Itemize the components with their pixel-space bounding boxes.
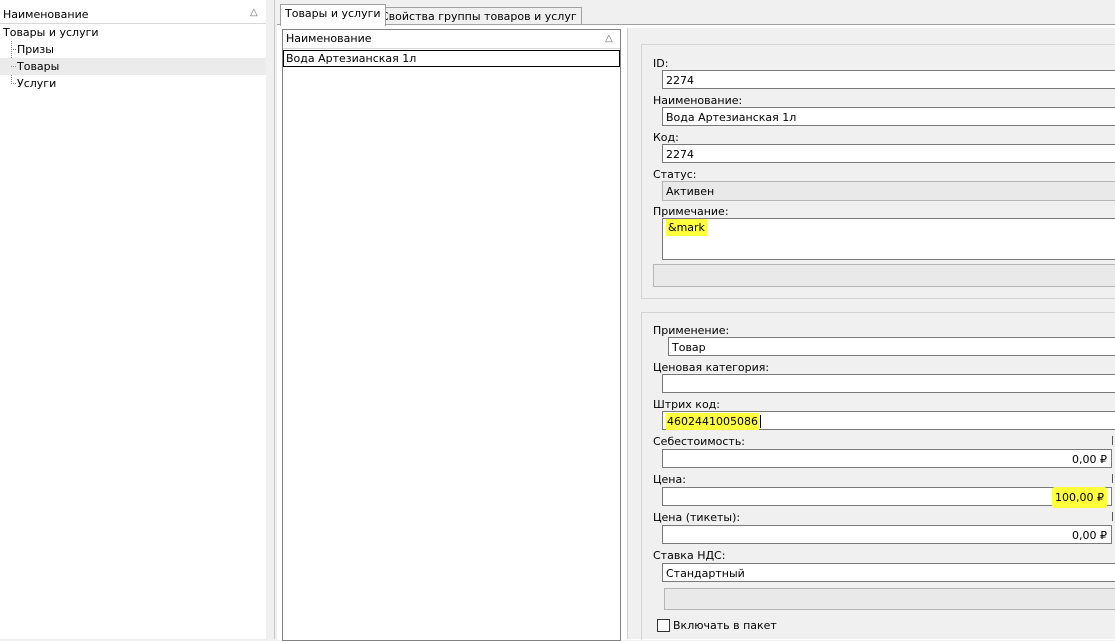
note-textarea[interactable]: &mark [662,218,1115,260]
vat-label: Ставка НДС: [653,549,726,562]
tree-header-label: Наименование [3,8,89,21]
tree-item-prizes[interactable]: Призы [0,41,266,58]
price-tickets-value: 0,00 ₽ [1072,529,1107,542]
tree-item-label: Услуги [17,77,57,90]
usage-field[interactable]: Товар [668,337,1115,356]
code-field[interactable]: 2274 [662,144,1115,163]
cost-field[interactable]: 0,00 ₽ [662,449,1112,468]
status-value: Активен [666,185,715,198]
sort-triangle-icon: △ [605,33,613,44]
code-value: 2274 [666,148,694,161]
vat-value: Стандартный [666,567,745,580]
id-label: ID: [653,57,669,70]
tree-item-root[interactable]: Товары и услуги [0,24,266,41]
status-select[interactable]: Активен [662,181,1115,201]
code-label: Код: [653,131,679,144]
tree-item-goods[interactable]: Товары [0,58,266,75]
edge-mark [1112,436,1113,445]
vat-select[interactable]: Стандартный [662,563,1115,582]
name-field[interactable]: Вода Артезианская 1л [662,107,1115,126]
price-label: Цена: [653,473,686,486]
group-tree-panel: Наименование △ Товары и услуги Призы Тов… [0,0,267,639]
id-value: 2274 [666,74,694,87]
price-category-field[interactable] [662,374,1115,393]
pane-splitter[interactable] [266,0,275,639]
note-toolbar-bar [653,264,1115,287]
items-column-header[interactable]: Наименование △ [283,30,620,49]
edge-mark [1112,512,1113,521]
tab-goods-and-services[interactable]: Товары и услуги [280,4,386,26]
list-item-label: Вода Артезианская 1л [286,52,417,65]
tab-label: Свойства группы товаров и услуг [381,10,577,23]
name-label: Наименование: [653,94,743,107]
vat-extra-bar [664,588,1115,610]
tree-item-label: Товары [17,60,60,73]
price-tickets-field[interactable]: 0,00 ₽ [662,525,1112,544]
tree-item-label: Призы [17,43,54,56]
include-package-label: Включать в пакет [673,619,777,632]
price-value: 100,00 ₽ [1052,487,1107,508]
cost-label: Себестоимость: [653,435,746,448]
status-label: Статус: [653,168,697,181]
items-list[interactable]: Наименование △ Вода Артезианская 1л [282,29,621,641]
price-category-label: Ценовая категория: [653,361,770,374]
id-field[interactable]: 2274 [662,70,1115,89]
edge-mark [1112,474,1113,483]
usage-value: Товар [672,341,706,354]
barcode-label: Штрих код: [653,398,720,411]
price-tickets-label: Цена (тикеты): [653,511,741,524]
tree-item-services[interactable]: Услуги [0,75,266,92]
barcode-field[interactable]: 4602441005086 [662,411,1115,430]
text-cursor [759,415,761,428]
name-value: Вода Артезианская 1л [666,111,797,124]
tree-connector [11,49,16,50]
tree-connector [11,66,16,67]
cost-value: 0,00 ₽ [1072,453,1107,466]
note-label: Примечание: [653,205,729,218]
barcode-value: 4602441005086 [666,413,759,430]
usage-label: Применение: [653,324,730,337]
tree-column-header[interactable]: Наименование △ [0,5,266,24]
price-field[interactable]: 100,00 ₽ [662,487,1112,508]
list-item[interactable]: Вода Артезианская 1л [283,50,620,67]
tab-label: Товары и услуги [285,7,381,20]
sort-triangle-icon: △ [250,7,258,18]
note-value: &mark [666,219,707,236]
include-package-checkbox[interactable] [657,619,670,632]
tree-item-label: Товары и услуги [3,26,99,39]
items-header-label: Наименование [286,32,372,45]
tree-connector [11,83,16,84]
